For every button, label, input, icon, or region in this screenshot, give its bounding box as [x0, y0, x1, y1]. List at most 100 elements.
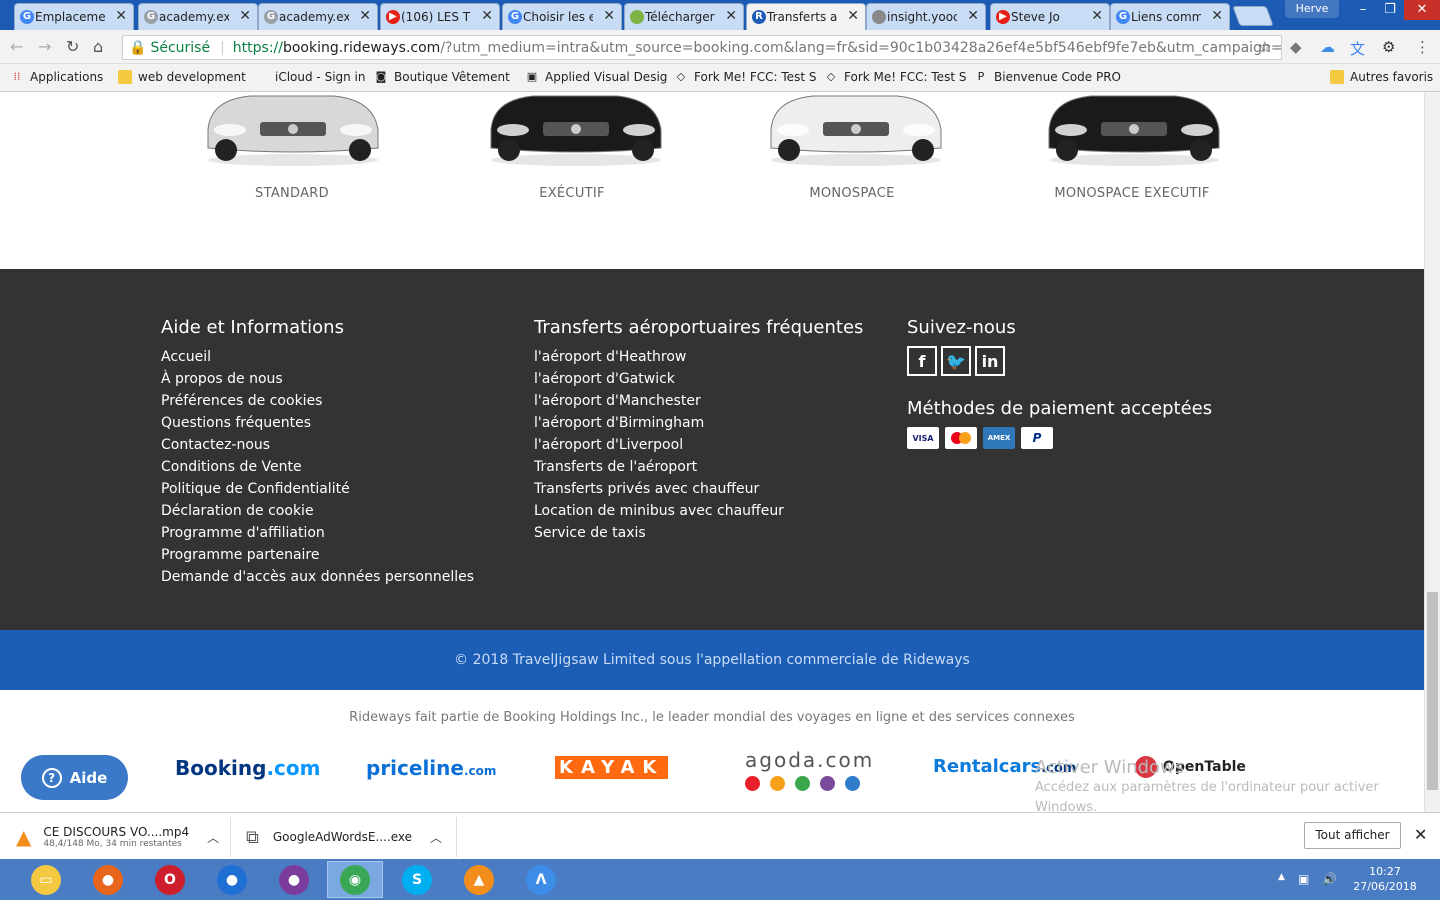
help-button[interactable]: ? Aide	[21, 755, 128, 800]
home-icon[interactable]: ⌂	[93, 37, 103, 56]
vehicle-image[interactable]	[1043, 92, 1225, 171]
tray-expand-icon[interactable]: ▲	[1278, 872, 1285, 882]
extension-gear-icon[interactable]: ⚙	[1382, 38, 1395, 56]
forward-icon[interactable]: →	[38, 37, 51, 56]
bookmark-star-icon[interactable]: ☆	[1258, 38, 1271, 56]
taskbar-app[interactable]: ●	[266, 861, 322, 898]
footer-link[interactable]: Questions fréquentes	[161, 412, 474, 434]
footer-link[interactable]: l'aéroport d'Gatwick	[534, 368, 863, 390]
close-tab-icon[interactable]: ✕	[359, 8, 371, 24]
close-tab-icon[interactable]: ✕	[725, 8, 737, 24]
browser-tab[interactable]: G Liens comm ✕	[1110, 3, 1230, 30]
footer-link[interactable]: Politique de Confidentialité	[161, 478, 474, 500]
footer-link[interactable]: Transferts de l'aéroport	[534, 456, 863, 478]
show-all-downloads-button[interactable]: Tout afficher	[1304, 822, 1401, 849]
page-scrollbar[interactable]	[1424, 92, 1440, 812]
browser-tab[interactable]: G Choisir les e ✕	[502, 3, 622, 30]
kayak-logo[interactable]: KAYAK	[555, 756, 669, 779]
close-tab-icon[interactable]: ✕	[847, 8, 859, 24]
close-window-icon[interactable]: ✕	[1404, 0, 1440, 20]
close-tab-icon[interactable]: ✕	[481, 8, 493, 24]
booking-logo[interactable]: Booking.com	[175, 756, 320, 780]
close-tab-icon[interactable]: ✕	[967, 8, 979, 24]
vehicle-label[interactable]: MONOSPACE EXECUTIF	[992, 186, 1272, 201]
scrollbar-thumb[interactable]	[1427, 592, 1438, 790]
chevron-up-icon[interactable]: ︿	[207, 829, 219, 846]
taskbar-app[interactable]: ◉	[327, 861, 383, 898]
reload-icon[interactable]: ↻	[66, 37, 79, 56]
footer-link[interactable]: Programme partenaire	[161, 544, 474, 566]
browser-tab[interactable]: R Transferts a ✕	[746, 3, 866, 30]
close-tab-icon[interactable]: ✕	[1091, 8, 1103, 24]
taskbar-app[interactable]: O	[142, 861, 198, 898]
address-bar[interactable]: 🔒 Sécurisé | https:// booking.rideways.c…	[122, 35, 1282, 60]
menu-icon[interactable]: ⋮	[1415, 38, 1430, 56]
browser-tab[interactable]: GEmplacement✕	[14, 3, 134, 30]
footer-link[interactable]: l'aéroport d'Heathrow	[534, 346, 863, 368]
priceline-logo[interactable]: priceline.com	[366, 756, 496, 780]
bookmark-item[interactable]: ◇ Fork Me! FCC: Test S	[824, 70, 967, 84]
bookmark-item[interactable]: ⁞⁞ Applications	[10, 70, 104, 84]
vehicle-image[interactable]	[485, 92, 667, 171]
vehicle-image[interactable]	[765, 92, 947, 171]
vehicle-label[interactable]: STANDARD	[152, 186, 432, 201]
browser-tab[interactable]: ▶ Steve Jo ✕	[990, 3, 1110, 30]
footer-link[interactable]: l'aéroport d'Liverpool	[534, 434, 863, 456]
footer-link[interactable]: Conditions de Vente	[161, 456, 474, 478]
footer-link[interactable]: Location de minibus avec chauffeur	[534, 500, 863, 522]
vehicle-image[interactable]	[202, 92, 384, 171]
vehicle-label[interactable]: MONOSPACE	[712, 186, 992, 201]
taskbar-app[interactable]: ▭	[18, 861, 74, 898]
close-tab-icon[interactable]: ✕	[603, 8, 615, 24]
chevron-up-icon[interactable]: ︿	[430, 829, 442, 846]
footer-link[interactable]: Accueil	[161, 346, 474, 368]
twitter-icon[interactable]: 🐦	[941, 346, 971, 376]
footer-link[interactable]: Contactez-nous	[161, 434, 474, 456]
download-item[interactable]: ▲ CE DISCOURS VO....mp4 48,4/148 Mo, 34 m…	[16, 821, 219, 853]
footer-link[interactable]: À propos de nous	[161, 368, 474, 390]
browser-tab[interactable]: Gacademy.ex ✕	[138, 3, 258, 30]
footer-link[interactable]: Demande d'accès aux données personnelles	[161, 566, 474, 588]
taskbar-app[interactable]: ●	[80, 861, 136, 898]
taskbar-app[interactable]: S	[389, 861, 445, 898]
minimize-icon[interactable]: –	[1350, 0, 1376, 20]
close-icon[interactable]: ✕	[1414, 825, 1427, 844]
browser-tab[interactable]: ▶ (106) LES TE ✕	[380, 3, 500, 30]
download-item[interactable]: ⧉ GoogleAdWordsE....exe ︿	[246, 821, 442, 853]
facebook-icon[interactable]: f	[907, 346, 937, 376]
taskbar-app[interactable]: ●	[204, 861, 260, 898]
close-tab-icon[interactable]: ✕	[115, 8, 127, 24]
footer-link[interactable]: Programme d'affiliation	[161, 522, 474, 544]
maximize-icon[interactable]: ❐	[1377, 0, 1403, 20]
profile-button[interactable]: Herve	[1285, 0, 1339, 18]
network-icon[interactable]: ▣	[1298, 872, 1309, 886]
translate-icon[interactable]: 文	[1350, 38, 1365, 59]
close-tab-icon[interactable]: ✕	[1211, 8, 1223, 24]
browser-tab[interactable]: insight.yooc ✕	[866, 3, 986, 30]
vehicle-label[interactable]: EXÉCUTIF	[432, 186, 712, 201]
system-clock[interactable]: 10:27 27/06/2018	[1350, 864, 1420, 894]
other-bookmarks[interactable]: Autres favoris	[1330, 70, 1433, 84]
back-icon[interactable]: ←	[10, 37, 23, 56]
footer-link[interactable]: Transferts privés avec chauffeur	[534, 478, 863, 500]
browser-tab[interactable]: Gacademy.ex ✕	[258, 3, 378, 30]
footer-link[interactable]: Déclaration de cookie	[161, 500, 474, 522]
footer-link[interactable]: l'aéroport d'Birmingham	[534, 412, 863, 434]
bookmark-item[interactable]: iCloud - Sign in	[255, 70, 366, 84]
footer-link[interactable]: l'aéroport d'Manchester	[534, 390, 863, 412]
new-tab-button[interactable]	[1232, 6, 1274, 26]
bookmark-item[interactable]: ▣ Applied Visual Desig	[525, 70, 668, 84]
taskbar-app[interactable]: ▲	[451, 861, 507, 898]
volume-icon[interactable]: 🔊	[1322, 872, 1337, 886]
bookmark-item[interactable]: ◙ Boutique Vêtement	[374, 70, 510, 84]
footer-link[interactable]: Préférences de cookies	[161, 390, 474, 412]
agoda-logo[interactable]: agoda.com	[745, 748, 874, 791]
linkedin-icon[interactable]: in	[975, 346, 1005, 376]
bookmark-item[interactable]: web development	[118, 70, 246, 84]
footer-link[interactable]: Service de taxis	[534, 522, 863, 544]
taskbar-app[interactable]: Λ	[513, 861, 569, 898]
browser-tab[interactable]: Télécharger ✕	[624, 3, 744, 30]
bookmark-item[interactable]: P Bienvenue Code PRO	[974, 70, 1121, 84]
bookmark-item[interactable]: ◇ Fork Me! FCC: Test S	[674, 70, 817, 84]
cloud-icon[interactable]: ☁	[1320, 38, 1335, 56]
